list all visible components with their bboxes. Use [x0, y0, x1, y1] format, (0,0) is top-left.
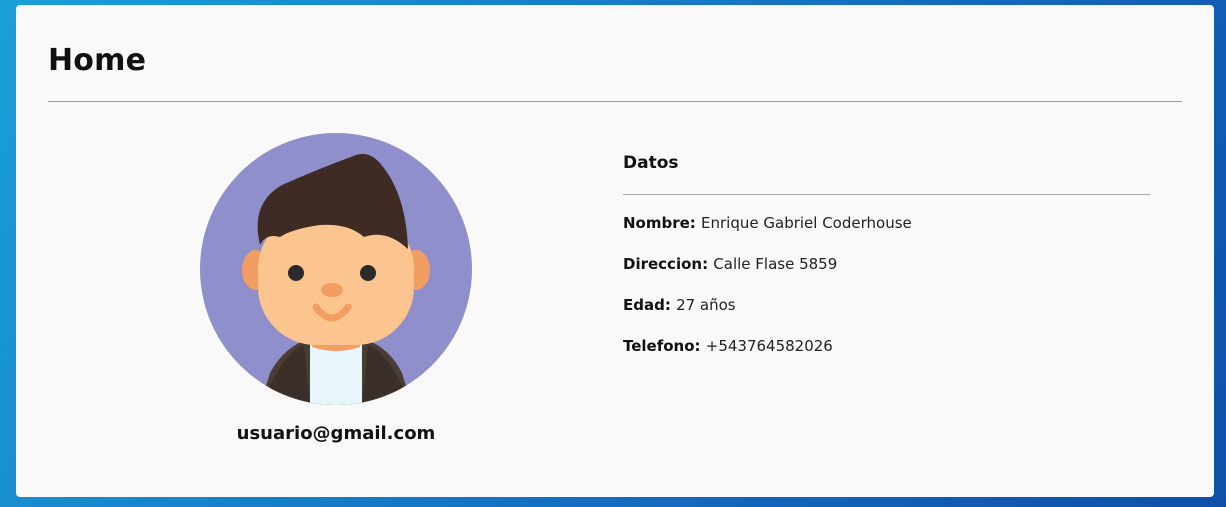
field-value: Enrique Gabriel Coderhouse [701, 214, 912, 232]
profile-card: Home usuario@gmail.com Datos Nombre: Enr… [16, 5, 1214, 497]
user-avatar-icon [200, 133, 472, 405]
user-email: usuario@gmail.com [236, 423, 436, 444]
field-value: 27 años [676, 296, 736, 314]
field-value: +543764582026 [705, 337, 833, 355]
field-value: Calle Flase 5859 [713, 255, 838, 273]
field-label: Edad: [623, 296, 677, 314]
field-label: Direccion: [623, 255, 714, 273]
field-label: Nombre: [623, 214, 702, 232]
field-label: Telefono: [623, 337, 706, 355]
field-nombre: Nombre: Enrique Gabriel Coderhouse [623, 214, 912, 232]
avatar [200, 133, 472, 405]
datos-divider [623, 194, 1150, 195]
field-edad: Edad: 27 años [623, 296, 736, 314]
title-divider [48, 101, 1182, 102]
datos-heading: Datos [623, 153, 679, 173]
page-title: Home [48, 43, 147, 78]
field-direccion: Direccion: Calle Flase 5859 [623, 255, 837, 273]
field-telefono: Telefono: +543764582026 [623, 337, 833, 355]
